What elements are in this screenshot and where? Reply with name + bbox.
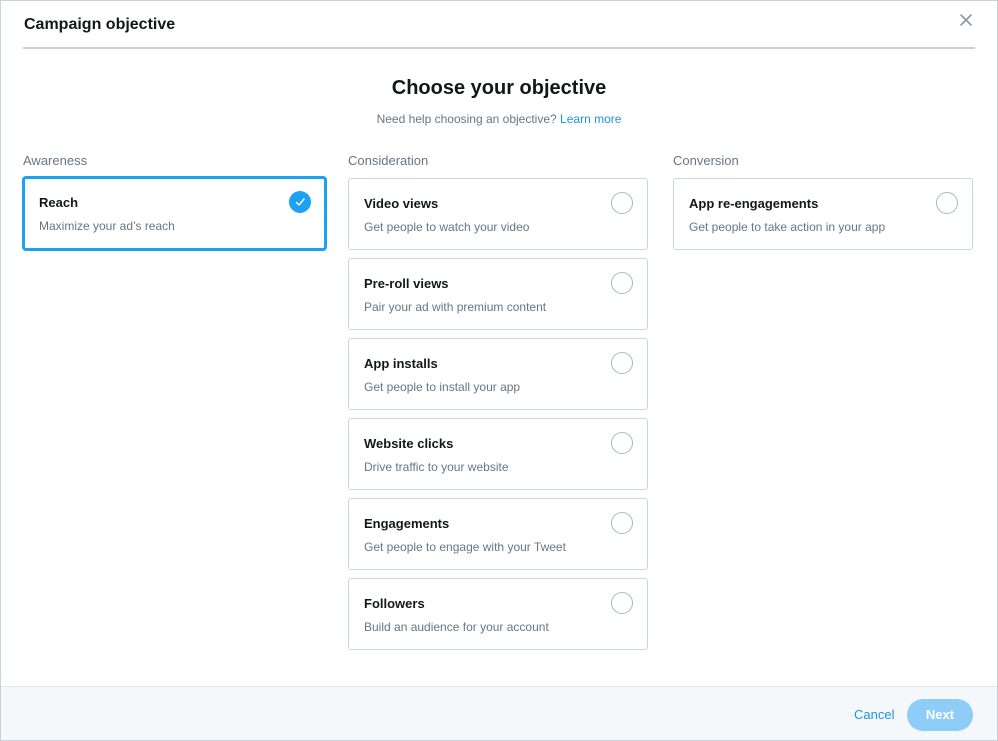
objective-title: Reach — [39, 195, 79, 210]
objective-description: Get people to engage with your Tweet — [364, 540, 566, 554]
help-line: Need help choosing an objective? Learn m… — [1, 112, 997, 126]
objective-description: Get people to take action in your app — [689, 220, 886, 234]
radio-icon[interactable] — [611, 272, 633, 294]
column-label-awareness: Awareness — [23, 153, 88, 168]
cancel-button[interactable]: Cancel — [854, 707, 894, 722]
close-icon[interactable] — [959, 13, 977, 31]
objective-card-video-views[interactable]: Video views Get people to watch your vid… — [348, 178, 648, 250]
objective-card-followers[interactable]: Followers Build an audience for your acc… — [348, 578, 648, 650]
objective-card-app-installs[interactable]: App installs Get people to install your … — [348, 338, 648, 410]
objective-title: App re-engagements — [689, 196, 819, 211]
radio-icon[interactable] — [611, 432, 633, 454]
radio-icon[interactable] — [611, 592, 633, 614]
radio-icon[interactable] — [611, 352, 633, 374]
column-label-conversion: Conversion — [673, 153, 739, 168]
objective-title: Video views — [364, 196, 439, 211]
objective-title: Website clicks — [364, 436, 454, 451]
objective-card-reach[interactable]: Reach Maximize your ad’s reach — [22, 176, 327, 251]
objective-title: Followers — [364, 596, 425, 611]
radio-icon[interactable] — [611, 192, 633, 214]
next-button[interactable]: Next — [907, 699, 973, 731]
radio-icon[interactable] — [611, 512, 633, 534]
column-label-consideration: Consideration — [348, 153, 429, 168]
objective-title: Pre-roll views — [364, 276, 449, 291]
objective-description: Maximize your ad’s reach — [39, 219, 175, 233]
radio-icon[interactable] — [936, 192, 958, 214]
checked-radio-icon[interactable] — [289, 191, 311, 213]
dialog-title: Campaign objective — [24, 16, 176, 33]
objective-card-website-clicks[interactable]: Website clicks Drive traffic to your web… — [348, 418, 648, 490]
objective-description: Pair your ad with premium content — [364, 300, 547, 314]
objective-description: Get people to watch your video — [364, 220, 530, 234]
objective-card-app-re-engagements[interactable]: App re-engagements Get people to take ac… — [673, 178, 973, 250]
dialog-footer: Cancel Next — [1, 686, 997, 740]
dialog-header: Campaign objective — [23, 1, 975, 49]
help-text: Need help choosing an objective? — [376, 112, 557, 126]
objective-card-engagements[interactable]: Engagements Get people to engage with yo… — [348, 498, 648, 570]
objective-description: Drive traffic to your website — [364, 460, 509, 474]
objective-card-pre-roll-views[interactable]: Pre-roll views Pair your ad with premium… — [348, 258, 648, 330]
objective-description: Build an audience for your account — [364, 620, 549, 634]
campaign-objective-dialog: Campaign objective Choose your objective… — [0, 0, 998, 741]
page-title: Choose your objective — [391, 77, 607, 99]
objective-title: App installs — [364, 356, 438, 371]
learn-more-link[interactable]: Learn more — [560, 112, 621, 126]
objective-title: Engagements — [364, 516, 450, 531]
objective-description: Get people to install your app — [364, 380, 521, 394]
